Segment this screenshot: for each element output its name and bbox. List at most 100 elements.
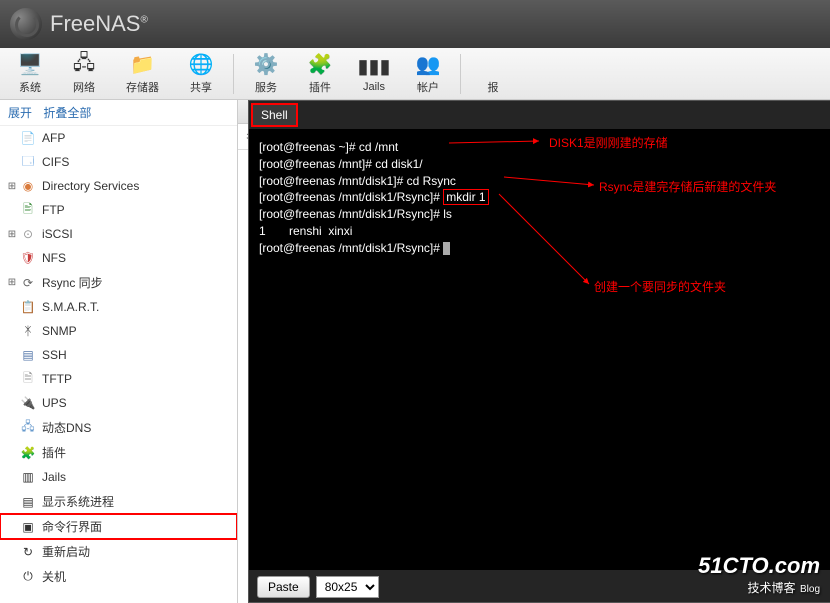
tree-label: SNMP xyxy=(42,324,77,338)
tree-item[interactable]: 📋S.M.A.R.T. xyxy=(0,295,237,319)
service-icon: ▥ xyxy=(20,469,36,485)
toolbar-icon: ⚙️ xyxy=(254,53,278,77)
toolbar-item[interactable]: 🖧 网络 xyxy=(58,51,110,97)
expand-icon[interactable]: ⊞ xyxy=(6,277,18,288)
tree-item[interactable]: ▤ SSH xyxy=(0,343,237,367)
toolbar-item[interactable]: 🧩 插件 xyxy=(294,51,346,97)
terminal-size-select[interactable]: 80x25 xyxy=(316,576,379,598)
toolbar-item[interactable]: 👥 帐户 xyxy=(402,51,454,97)
tree-item[interactable]: 🔌 UPS xyxy=(0,391,237,415)
tree-item[interactable]: 🖹FTP xyxy=(0,198,237,222)
toolbar-icon: 📁 xyxy=(131,53,155,77)
toolbar-icon: 👥 xyxy=(416,53,440,77)
service-icon: ⊙ xyxy=(20,226,36,242)
brand-name: FreeNAS® xyxy=(50,11,148,37)
toolbar-icon xyxy=(481,53,505,77)
expand-all-link[interactable]: 展开 xyxy=(8,106,32,120)
tree-item[interactable]: 🗔 CIFS xyxy=(0,150,237,174)
tree-item[interactable]: 🗎 TFTP xyxy=(0,367,237,391)
tree-item[interactable]: ▤显示系统进程 xyxy=(0,489,237,514)
service-icon: 🖧 xyxy=(20,420,36,436)
tree-item[interactable]: 🖧 动态DNS xyxy=(0,415,237,440)
sidebar: 展开 折叠全部 📄AFP🗔CIFS⊞◉Directory Services🖹FT… xyxy=(0,100,238,603)
tree-label: Rsync 同步 xyxy=(42,274,103,291)
service-icon: ◉ xyxy=(20,178,36,194)
service-icon: ↻ xyxy=(20,544,36,560)
expand-icon[interactable]: ⊞ xyxy=(6,181,18,192)
shell-window: Shell [root@freenas ~]# cd /mnt[root@fre… xyxy=(248,100,830,603)
app-header: FreeNAS® xyxy=(0,0,830,48)
toolbar-label: 网络 xyxy=(73,79,95,95)
toolbar-label: 插件 xyxy=(309,79,331,95)
tree-item[interactable]: 🧩 插件 xyxy=(0,440,237,465)
tree-item[interactable]: ↻ 重新启动 xyxy=(0,539,237,564)
service-icon: 🔌 xyxy=(20,395,36,411)
toolbar-item[interactable]: 报 xyxy=(467,51,519,97)
paste-button[interactable]: Paste xyxy=(257,576,310,598)
tree-item[interactable]: ⊞⊙ iSCSI xyxy=(0,222,237,246)
tree-item[interactable]: 📄 AFP xyxy=(0,126,237,150)
tree-label: FTP xyxy=(42,203,65,217)
tree-label: 关机 xyxy=(42,568,66,585)
tree-item[interactable]: 🛡 NFS xyxy=(0,246,237,270)
tree-label: 动态DNS xyxy=(42,419,91,436)
tree-label: SSH xyxy=(42,348,67,362)
tree-label: Directory Services xyxy=(42,179,139,193)
service-icon: ᛡ xyxy=(20,323,36,339)
annotation-label: 创建一个要同步的文件夹 xyxy=(594,279,726,296)
tree-label: 插件 xyxy=(42,444,66,461)
service-icon: 🧩 xyxy=(20,445,36,461)
tree-label: S.M.A.R.T. xyxy=(42,300,99,314)
content-area: 名 Shell [root@freenas ~]# cd /mnt[root@f… xyxy=(238,100,830,603)
toolbar-icon: 🖥️ xyxy=(18,53,42,77)
toolbar-icon: 🖧 xyxy=(72,53,96,77)
toolbar-icon: 🌐 xyxy=(189,53,213,77)
service-icon: ⏻ xyxy=(20,569,36,585)
toolbar-label: 帐户 xyxy=(417,79,439,95)
tree-label: 重新启动 xyxy=(42,543,90,560)
tree-item[interactable]: ⏻ 关机 xyxy=(0,564,237,589)
service-icon: 🗎 xyxy=(20,371,36,387)
service-icon: 📄 xyxy=(20,130,36,146)
expand-icon[interactable]: ⊞ xyxy=(6,229,18,240)
terminal-line: [root@freenas /mnt]# cd disk1/ xyxy=(259,156,821,173)
collapse-all-link[interactable]: 折叠全部 xyxy=(43,106,91,120)
toolbar-item[interactable]: 📁 存储器 xyxy=(112,51,173,97)
tree-item[interactable]: ▥ Jails xyxy=(0,465,237,489)
tree-label: UPS xyxy=(42,396,67,410)
toolbar-label: 系统 xyxy=(19,79,41,95)
tree-item[interactable]: ⊞◉ Directory Services xyxy=(0,174,237,198)
tree-label: CIFS xyxy=(42,155,69,169)
tree-item[interactable]: ▣命令行界面 xyxy=(0,514,237,539)
main-toolbar: 🖥️ 系统 🖧 网络 📁 存储器 🌐共享 ⚙️服务 🧩 插件 ▮▮▮Jails 👥 帐户 报 xyxy=(0,48,830,100)
service-icon: ▤ xyxy=(20,347,36,363)
toolbar-item[interactable]: ▮▮▮Jails xyxy=(348,53,400,95)
service-icon: 🗔 xyxy=(20,154,36,170)
tree-label: Jails xyxy=(42,470,66,484)
cursor-icon xyxy=(443,242,450,255)
tree-label: TFTP xyxy=(42,372,72,386)
tree-item[interactable]: ᛡ SNMP xyxy=(0,319,237,343)
tree-label: 命令行界面 xyxy=(42,518,102,535)
toolbar-icon: 🧩 xyxy=(308,53,332,77)
terminal[interactable]: [root@freenas ~]# cd /mnt[root@freenas /… xyxy=(249,129,830,570)
watermark: 51CTO.com 技术博客 Blog xyxy=(698,553,820,597)
toolbar-item[interactable]: 🖥️ 系统 xyxy=(4,51,56,97)
toolbar-label: Jails xyxy=(363,81,385,93)
tree-item[interactable]: ⊞⟳ Rsync 同步 xyxy=(0,270,237,295)
tree-label: iSCSI xyxy=(42,227,73,241)
service-icon: ⟳ xyxy=(20,275,36,291)
tree-label: NFS xyxy=(42,251,66,265)
service-icon: 🛡 xyxy=(20,250,36,266)
toolbar-item[interactable]: ⚙️服务 xyxy=(240,51,292,97)
toolbar-label: 存储器 xyxy=(126,79,159,95)
logo-icon xyxy=(10,8,42,40)
annotation-label: DISK1是刚刚建的存储 xyxy=(549,135,668,152)
sidebar-actions: 展开 折叠全部 xyxy=(0,100,237,126)
terminal-line: [root@freenas /mnt/disk1/Rsync]# xyxy=(259,240,821,257)
toolbar-item[interactable]: 🌐共享 xyxy=(175,51,227,97)
terminal-line: 1 renshi xinxi xyxy=(259,223,821,240)
tree-label: AFP xyxy=(42,131,65,145)
terminal-line: [root@freenas /mnt/disk1/Rsync]# ls xyxy=(259,206,821,223)
terminal-line: [root@freenas ~]# cd /mnt xyxy=(259,139,821,156)
